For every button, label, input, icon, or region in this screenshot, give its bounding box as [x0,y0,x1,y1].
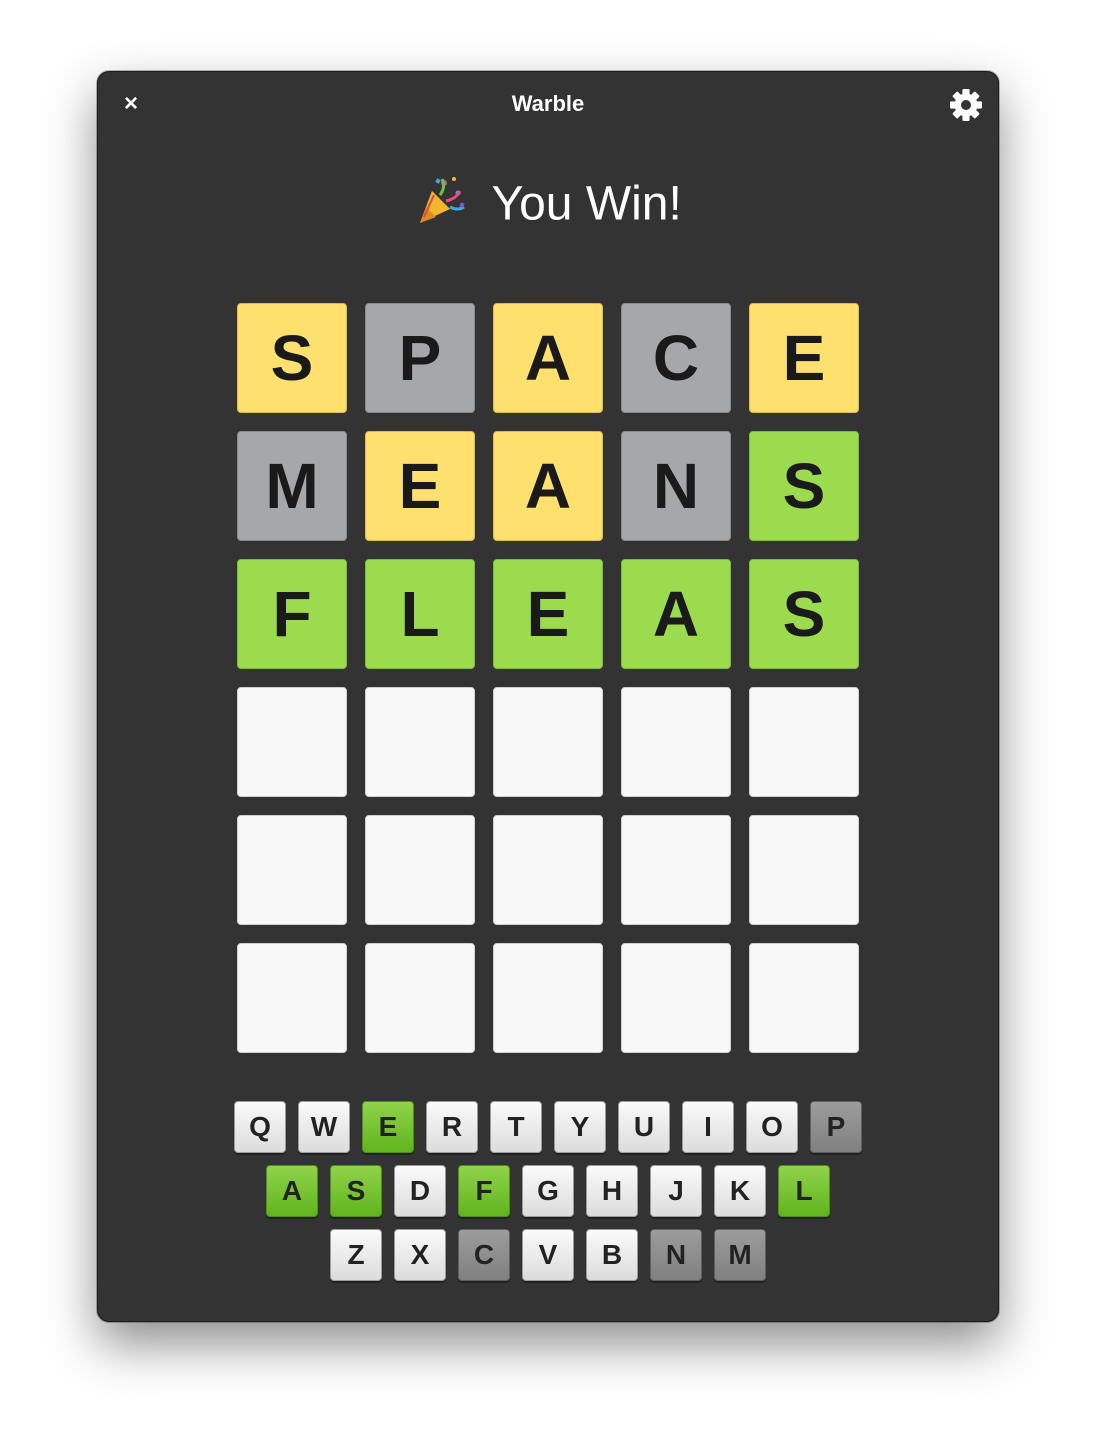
key-t[interactable]: T [490,1101,542,1153]
key-q[interactable]: Q [234,1101,286,1153]
win-message: You Win! [98,172,998,232]
key-c[interactable]: C [458,1229,510,1281]
keyboard-row: QWERTYUIOP [98,1101,998,1153]
board-row: SPACE [237,303,861,413]
on-screen-keyboard: QWERTYUIOP ASDFGHJKL ZXCVBNM [98,1101,998,1293]
key-g[interactable]: G [522,1165,574,1217]
board-row [237,687,861,797]
key-z[interactable]: Z [330,1229,382,1281]
letter-tile: F [237,559,347,669]
key-k[interactable]: K [714,1165,766,1217]
board-row: FLEAS [237,559,861,669]
letter-tile: L [365,559,475,669]
letter-tile: E [493,559,603,669]
win-text: You Win! [491,177,682,231]
letter-tile [365,687,475,797]
keyboard-row: ASDFGHJKL [98,1165,998,1217]
letter-tile: A [493,303,603,413]
key-p[interactable]: P [810,1101,862,1153]
key-m[interactable]: M [714,1229,766,1281]
key-w[interactable]: W [298,1101,350,1153]
key-e[interactable]: E [362,1101,414,1153]
letter-tile [621,943,731,1053]
letter-tile: N [621,431,731,541]
key-s[interactable]: S [330,1165,382,1217]
letter-tile [749,815,859,925]
letter-tile: E [365,431,475,541]
letter-tile [621,687,731,797]
letter-tile [237,687,347,797]
letter-tile: E [749,303,859,413]
letter-tile [237,943,347,1053]
letter-tile [493,943,603,1053]
key-o[interactable]: O [746,1101,798,1153]
key-y[interactable]: Y [554,1101,606,1153]
letter-tile [237,815,347,925]
window-title: Warble [511,91,585,116]
letter-tile: M [237,431,347,541]
letter-tile: S [237,303,347,413]
keyboard-row: ZXCVBNM [98,1229,998,1281]
gear-icon [950,89,982,121]
key-d[interactable]: D [394,1165,446,1217]
key-a[interactable]: A [266,1165,318,1217]
guess-board: SPACEMEANSFLEAS [237,303,861,1071]
key-n[interactable]: N [650,1229,702,1281]
key-i[interactable]: I [682,1101,734,1153]
letter-tile: S [749,431,859,541]
letter-tile: C [621,303,731,413]
letter-tile [621,815,731,925]
key-j[interactable]: J [650,1165,702,1217]
letter-tile: A [621,559,731,669]
letter-tile [493,815,603,925]
party-popper-icon [420,177,465,224]
game-window: × Warble You Win! S P A C E M E A N S F … [97,71,999,1322]
key-f[interactable]: F [458,1165,510,1217]
board-row [237,943,861,1053]
letter-tile [749,943,859,1053]
key-h[interactable]: H [586,1165,638,1217]
settings-button[interactable] [948,87,984,123]
letter-tile [365,815,475,925]
letter-tile [493,687,603,797]
letter-tile [749,687,859,797]
letter-tile: A [493,431,603,541]
key-l[interactable]: L [778,1165,830,1217]
board-row [237,815,861,925]
letter-tile: P [365,303,475,413]
key-v[interactable]: V [522,1229,574,1281]
letter-tile: S [749,559,859,669]
letter-tile [365,943,475,1053]
board-row: MEANS [237,431,861,541]
key-r[interactable]: R [426,1101,478,1153]
key-b[interactable]: B [586,1229,638,1281]
key-x[interactable]: X [394,1229,446,1281]
key-u[interactable]: U [618,1101,670,1153]
title-bar: × Warble [98,72,998,138]
